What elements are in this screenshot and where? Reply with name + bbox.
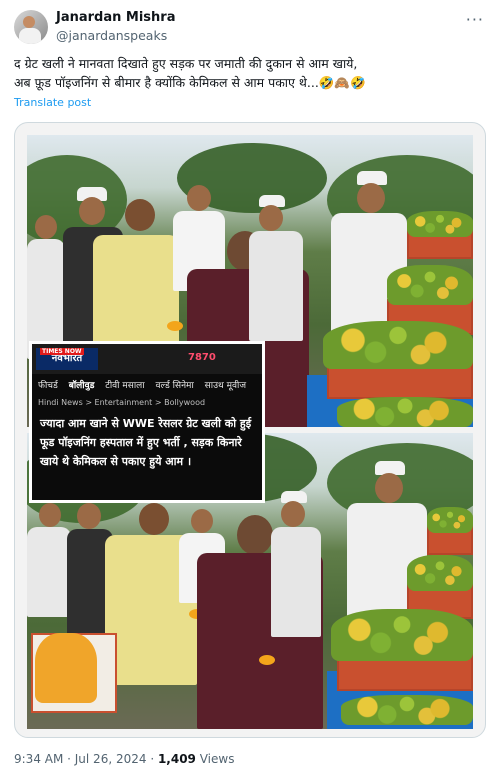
news-brand-logo: TIMES NOW नवभारत bbox=[36, 348, 98, 370]
news-tab: टीवी मसाला bbox=[105, 381, 145, 391]
news-tab: वर्ल्ड सिनेमा bbox=[155, 381, 194, 391]
news-tab: फीचर्ड bbox=[38, 381, 58, 391]
mango-slice bbox=[167, 321, 183, 331]
news-breadcrumb: Hindi News > Entertainment > Bollywood bbox=[38, 398, 206, 407]
tweet-text: द ग्रेट खली ने मानवता दिखाते हुए सड़क पर… bbox=[14, 54, 484, 92]
views-label: Views bbox=[195, 752, 235, 766]
tweet-text-line-1: द ग्रेट खली ने मानवता दिखाते हुए सड़क पर… bbox=[14, 56, 358, 71]
views-count: 1,409 bbox=[157, 752, 196, 766]
tweet-time[interactable]: 9:34 AM · Jul 26, 2024 · bbox=[14, 752, 158, 766]
mango-slice bbox=[259, 655, 275, 665]
more-options-icon[interactable]: ··· bbox=[466, 10, 484, 29]
news-tabs: फीचर्ड बॉलीवुड टीवी मसाला वर्ल्ड सिनेमा … bbox=[32, 376, 262, 396]
media-attachment[interactable]: TIMES NOW नवभारत 7870 फीचर्ड बॉलीवुड टीव… bbox=[14, 122, 486, 738]
news-views-count: 7870 bbox=[188, 352, 216, 363]
tweet-text-line-2: अब फ़ूड पॉइजनिंग से बीमार है क्योंकि केम… bbox=[14, 75, 366, 90]
avatar-body bbox=[19, 28, 41, 44]
author-handle[interactable]: @janardanspeaks bbox=[56, 28, 167, 43]
author-avatar[interactable] bbox=[14, 10, 48, 44]
news-header: TIMES NOW नवभारत 7870 bbox=[32, 344, 262, 374]
news-headline: ज्यादा आम खाने से WWE रेसलर ग्रेट खली को… bbox=[40, 417, 252, 468]
news-tab: साउथ मूवीज bbox=[204, 381, 247, 391]
avatar-head bbox=[23, 16, 35, 28]
news-brand-badge: TIMES NOW bbox=[40, 348, 84, 355]
news-screenshot: TIMES NOW नवभारत 7870 फीचर्ड बॉलीवुड टीव… bbox=[29, 341, 265, 503]
author-name[interactable]: Janardan Mishra bbox=[56, 10, 175, 25]
news-tab-active: बॉलीवुड bbox=[68, 381, 95, 391]
tweet-timestamp-row: 9:34 AM · Jul 26, 2024 · 1,409 Views bbox=[14, 752, 234, 766]
translate-post-link[interactable]: Translate post bbox=[14, 96, 91, 109]
